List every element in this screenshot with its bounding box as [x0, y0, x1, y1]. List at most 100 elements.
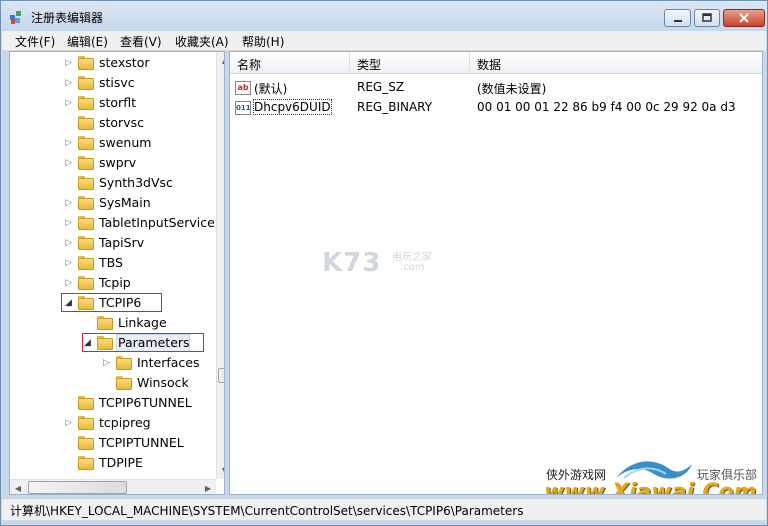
tree-item[interactable]: Linkage — [10, 314, 216, 334]
tree-horizontal-scroll-thumb[interactable] — [28, 481, 127, 494]
tree-item[interactable]: ▷ TabletInputService — [10, 214, 216, 234]
tree-item[interactable]: ▷ SysMain — [10, 194, 216, 214]
tree-item-label: swenum — [99, 135, 152, 150]
tree-item[interactable]: TCPIPTUNNEL — [10, 434, 216, 454]
tree-item-label: tcpipreg — [99, 415, 151, 430]
tree-item-label: stexstor — [99, 55, 150, 70]
folder-icon — [78, 176, 94, 190]
collapsed-arrow-icon[interactable]: ▷ — [65, 78, 75, 88]
tree-item-label: Interfaces — [137, 355, 200, 370]
maximize-button[interactable] — [694, 9, 720, 27]
binary-value-icon: 011 — [235, 101, 251, 115]
scroll-left-arrow-icon[interactable]: ◀ — [10, 480, 26, 494]
minimize-icon — [665, 10, 690, 26]
folder-icon — [97, 316, 113, 330]
collapsed-arrow-icon[interactable]: ▷ — [65, 138, 75, 148]
value-type: REG_BINARY — [357, 100, 433, 114]
tree-item-label: TapiSrv — [99, 235, 145, 250]
folder-icon — [78, 116, 94, 130]
value-row[interactable]: 011 Dhcpv6DUID REG_BINARY 00 01 00 01 22… — [230, 98, 762, 118]
tree-item[interactable]: ▷ tcpipreg — [10, 414, 216, 434]
scroll-up-arrow-icon[interactable]: ▲ — [217, 52, 224, 68]
folder-icon — [78, 436, 94, 450]
tree-item-label: Synth3dVsc — [99, 175, 173, 190]
collapsed-arrow-icon[interactable]: ▷ — [65, 198, 75, 208]
menu-view[interactable]: 查看(V) — [120, 33, 162, 50]
value-name: (默认) — [254, 82, 288, 96]
value-row[interactable]: ab (默认) REG_SZ (数值未设置) — [230, 78, 762, 98]
folder-icon — [78, 156, 94, 170]
tree-vertical-scroll-thumb[interactable] — [218, 368, 224, 383]
menu-edit[interactable]: 编辑(E) — [67, 33, 108, 50]
value-type: REG_SZ — [357, 80, 405, 94]
menu-bar: 文件(F) 编辑(E) 查看(V) 收藏夹(A) 帮助(H) — [2, 31, 766, 51]
key-tree-pane[interactable]: ▷ stexstor ▷ stisvc ▷ storflt storvsc ▷ swenum ▷ s… — [9, 51, 225, 495]
tree-item[interactable]: Winsock — [10, 374, 216, 394]
tree-vertical-scrollbar[interactable]: ▲ ▼ — [216, 52, 224, 479]
column-header-name-label: 名称 — [237, 58, 262, 72]
k73-watermark: K73 — [322, 248, 382, 278]
folder-icon — [78, 236, 94, 250]
collapsed-arrow-icon[interactable]: ▷ — [65, 238, 75, 248]
tree-item-label: storvsc — [99, 115, 144, 130]
tree-item[interactable]: Synth3dVsc — [10, 174, 216, 194]
folder-icon — [78, 256, 94, 270]
status-path: 计算机\HKEY_LOCAL_MACHINE\SYSTEM\CurrentCon… — [10, 504, 524, 518]
title-bar: 注册表编辑器 — [1, 1, 767, 31]
close-button[interactable] — [723, 9, 765, 27]
tree-item[interactable]: ▷ TapiSrv — [10, 234, 216, 254]
tree-item-label: storflt — [99, 95, 136, 110]
tree-item[interactable]: TCPIP6TUNNEL — [10, 394, 216, 414]
scroll-down-arrow-icon[interactable]: ▼ — [217, 462, 224, 478]
collapsed-arrow-icon[interactable]: ▷ — [65, 418, 75, 428]
tree-item-label: Tcpip — [99, 275, 131, 290]
k73-watermark-domain: .com — [400, 262, 425, 273]
folder-icon — [78, 416, 94, 430]
column-header-type[interactable]: 类型 — [350, 52, 470, 74]
value-data: 00 01 00 01 22 86 b9 f4 00 0c 29 92 0a d… — [477, 100, 736, 114]
column-header-type-label: 类型 — [357, 58, 382, 72]
tree-item[interactable]: ▷ swenum — [10, 134, 216, 154]
close-icon — [724, 10, 764, 26]
column-header-data[interactable]: 数据 — [470, 52, 762, 74]
collapsed-arrow-icon[interactable]: ▷ — [65, 278, 75, 288]
collapsed-arrow-icon[interactable]: ▷ — [65, 98, 75, 108]
tree-item[interactable]: storvsc — [10, 114, 216, 134]
tree-item[interactable]: ▷ swprv — [10, 154, 216, 174]
column-header-name[interactable]: 名称 — [230, 52, 350, 74]
menu-file[interactable]: 文件(F) — [15, 33, 55, 50]
collapsed-arrow-icon[interactable]: ▷ — [65, 218, 75, 228]
scroll-right-arrow-icon[interactable]: ▶ — [200, 480, 216, 494]
folder-icon — [78, 76, 94, 90]
tree-item[interactable]: ▷ stisvc — [10, 74, 216, 94]
folder-icon — [116, 376, 132, 390]
tree-item[interactable]: ▷ stexstor — [10, 54, 216, 74]
maximize-icon — [695, 10, 719, 26]
k73-watermark-subtitle: 电玩之家 — [392, 252, 432, 263]
collapsed-arrow-icon[interactable]: ▷ — [65, 158, 75, 168]
tree-item[interactable]: ▷ storflt — [10, 94, 216, 114]
tree-item-label: TDPIPE — [99, 455, 143, 470]
collapsed-arrow-icon[interactable]: ▷ — [65, 58, 75, 68]
column-header-data-label: 数据 — [477, 58, 502, 72]
highlight-box-parameters — [82, 333, 204, 352]
tree-horizontal-scrollbar[interactable]: ◀ ▶ — [10, 479, 216, 494]
collapsed-arrow-icon[interactable]: ▷ — [103, 358, 113, 368]
highlight-box-tcpip6 — [61, 293, 162, 312]
tree-item-label: TCPIPTUNNEL — [99, 435, 184, 450]
values-pane[interactable]: 名称 类型 数据 ab (默认) REG_SZ (数值未设置) 011 Dhcp… — [229, 51, 763, 495]
tree-item[interactable]: ▷ Tcpip — [10, 274, 216, 294]
tree-item-label: SysMain — [99, 195, 151, 210]
collapsed-arrow-icon[interactable]: ▷ — [65, 258, 75, 268]
tree-item[interactable]: ▷ TBS — [10, 254, 216, 274]
minimize-button[interactable] — [664, 9, 691, 27]
menu-favorites[interactable]: 收藏夹(A) — [175, 33, 229, 50]
folder-icon — [78, 276, 94, 290]
status-bar: 计算机\HKEY_LOCAL_MACHINE\SYSTEM\CurrentCon… — [2, 498, 766, 520]
registry-editor-icon — [10, 11, 21, 24]
value-data: (数值未设置) — [477, 82, 547, 96]
tree-item[interactable]: ▷ Interfaces — [10, 354, 216, 374]
folder-icon — [78, 136, 94, 150]
menu-help[interactable]: 帮助(H) — [242, 33, 284, 50]
tree-item[interactable]: TDPIPE — [10, 454, 216, 474]
